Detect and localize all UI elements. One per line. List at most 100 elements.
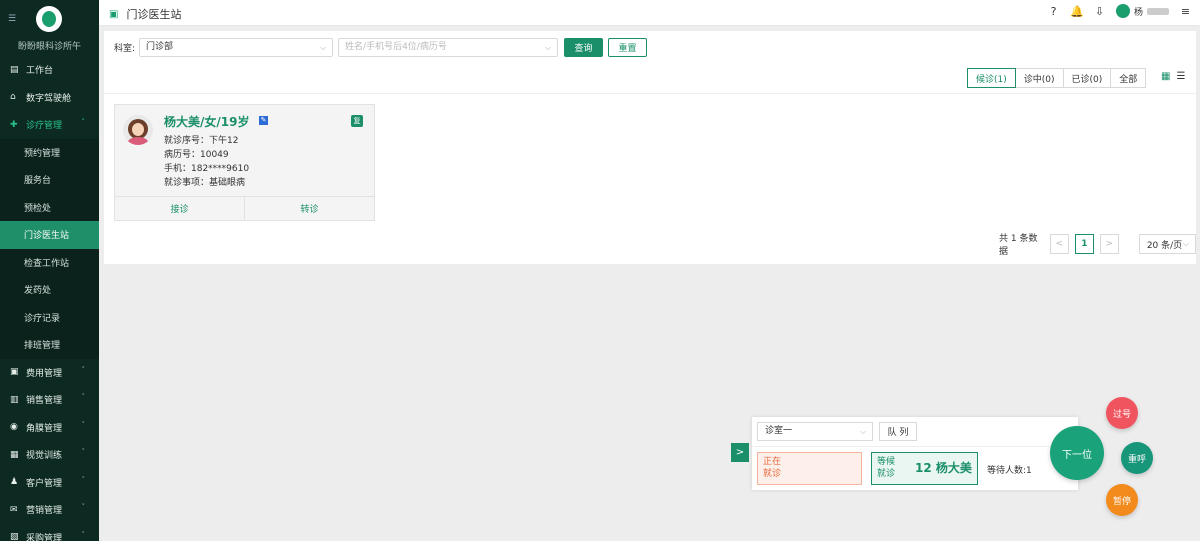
sidebar-item-label: 门诊医生站 [24, 231, 70, 242]
query-button[interactable]: 查询 [564, 37, 604, 57]
sidebar-item-label: 预约管理 [24, 148, 61, 159]
chevron-icon: ˅ [81, 420, 86, 429]
medical-icon: ✚ [10, 119, 18, 130]
sidebar-item-1[interactable]: ⌂ 数字驾驶舱 [0, 84, 99, 112]
card-actions: 接诊 转诊 [115, 196, 374, 220]
patient-search-placeholder: 姓名/手机号后4位/病历号 [345, 41, 447, 52]
room-select[interactable]: 诊室一 ⌵ [757, 422, 873, 441]
accept-button[interactable]: 接诊 [115, 197, 244, 220]
chevron-down-icon: ⌵ [859, 427, 866, 436]
chevron-icon: ˄ [81, 118, 86, 126]
patient-phone: 手机：182****9610 [164, 164, 250, 174]
prev-page-button[interactable]: < [1049, 234, 1069, 254]
collapse-call-panel-button[interactable]: > [731, 443, 749, 462]
sidebar-item-6[interactable]: 门诊医生站 [0, 221, 99, 249]
sidebar-item-0[interactable]: ▤ 工作台 [0, 56, 99, 84]
sidebar-item-2[interactable]: ✚ 诊疗管理 ˄ [0, 111, 99, 139]
page-1-button[interactable]: 1 [1074, 234, 1094, 254]
recall-button[interactable]: 重呼 [1121, 442, 1153, 474]
download-icon[interactable]: ⇩ [1093, 5, 1106, 18]
sidebar-item-3[interactable]: 预约管理 [0, 138, 99, 166]
purchase-icon: ▧ [10, 532, 19, 541]
sidebar-item-8[interactable]: 发药处 [0, 276, 99, 304]
next-page-button[interactable]: > [1099, 234, 1119, 254]
reset-button[interactable]: 重置 [608, 37, 648, 57]
tab-all[interactable]: 全部 [1110, 68, 1147, 88]
sidebar-item-label: 客户管理 [26, 478, 63, 489]
call-panel: 诊室一 ⌵ 队 列 正在 就诊 等候 就诊 12 杨大美 等待人数:1 [752, 417, 1078, 490]
sidebar-item-label: 销售管理 [26, 396, 63, 407]
sidebar-item-9[interactable]: 诊疗记录 [0, 303, 99, 331]
divider [752, 446, 1078, 447]
record-no: 病历号：10049 [164, 150, 229, 160]
user-menu[interactable]: 杨 [1115, 4, 1169, 18]
page-size-select[interactable]: 20 条/页 ⌵ [1138, 234, 1196, 254]
sidebar-item-label: 检查工作站 [24, 258, 70, 269]
patient-avatar [123, 115, 153, 145]
top-header: ▣ 门诊医生站 ? 🔔 ⇩ 杨 ≡ [99, 0, 1200, 26]
sidebar-item-7[interactable]: 检查工作站 [0, 248, 99, 276]
grid-view-icon[interactable]: ▦ [1161, 72, 1170, 82]
tab-finished[interactable]: 已诊(0) [1062, 68, 1112, 88]
dept-select[interactable]: 门诊部 ⌵ [139, 37, 334, 57]
user-name-masked [1147, 7, 1169, 15]
pagination-total: 共 1 条数据 [999, 234, 1038, 257]
status-tabs: 候诊(1) 诊中(0) 已诊(0) 全部 [967, 68, 1147, 88]
user-name: 杨 [1133, 7, 1143, 18]
dept-select-value: 门诊部 [146, 41, 174, 52]
waiting-count: 等待人数:1 [987, 466, 1032, 476]
sidebar-item-label: 工作台 [26, 66, 54, 77]
sidebar-item-16[interactable]: ✉ 营销管理 ˅ [0, 496, 99, 524]
clinic-icon: ▣ [109, 8, 119, 20]
chevron-down-icon: ⌵ [544, 42, 552, 52]
sidebar-item-5[interactable]: 预检处 [0, 193, 99, 221]
help-icon[interactable]: ? [1047, 5, 1060, 18]
sidebar-item-label: 采购管理 [26, 533, 63, 541]
menu-icon[interactable]: ☰ [8, 14, 16, 24]
sidebar-item-label: 营销管理 [26, 506, 63, 517]
sidebar-item-17[interactable]: ▧ 采购管理 ˅ [0, 524, 99, 541]
workbench-icon: ▤ [10, 64, 19, 75]
room-select-value: 诊室一 [765, 426, 793, 436]
sidebar-item-label: 视觉训练 [26, 451, 63, 462]
list-view-icon[interactable]: ☰ [1176, 72, 1185, 82]
pause-button[interactable]: 暂停 [1106, 484, 1138, 516]
sidebar-menu: ▤ 工作台 ⌂ 数字驾驶舱 ✚ 诊疗管理 ˄ 预约管理服务台预检处门诊医生站检查工作站发药处诊… [0, 56, 99, 541]
sidebar-item-label: 诊疗记录 [24, 313, 61, 324]
chevron-icon: ˅ [81, 393, 86, 401]
menu-more-icon[interactable]: ≡ [1179, 5, 1192, 18]
page-title-text: 门诊医生站 [126, 8, 182, 21]
eye-icon: ◉ [10, 422, 18, 433]
sidebar-item-label: 预检处 [24, 203, 52, 214]
waiting-patient-name: 12 杨大美 [915, 461, 972, 475]
logo-icon [36, 6, 62, 32]
sidebar-item-4[interactable]: 服务台 [0, 166, 99, 194]
visit-purpose: 就诊事项：基础眼病 [164, 178, 246, 188]
bell-icon[interactable]: 🔔 [1070, 5, 1084, 18]
sidebar-item-11[interactable]: ▣ 费用管理 ˅ [0, 359, 99, 387]
chevron-icon: ˅ [81, 365, 86, 374]
current-patient-box: 正在 就诊 [757, 452, 862, 485]
chevron-down-icon: ⌵ [319, 42, 327, 52]
next-patient-button[interactable]: 下一位 [1050, 426, 1104, 480]
header-actions: ? 🔔 ⇩ 杨 ≡ [1047, 4, 1192, 18]
tab-in-progress[interactable]: 诊中(0) [1014, 68, 1064, 88]
sidebar-item-14[interactable]: ▦ 视觉训练 ˅ [0, 441, 99, 469]
skip-button[interactable]: 过号 [1106, 397, 1138, 429]
tab-waiting[interactable]: 候诊(1) [967, 68, 1016, 88]
patient-search-input[interactable]: 姓名/手机号后4位/病历号 ⌵ [338, 37, 559, 57]
sidebar-item-10[interactable]: 排班管理 [0, 331, 99, 359]
transfer-button[interactable]: 转诊 [244, 197, 374, 220]
patient-card[interactable]: 杨大美/女/19岁 ✎ 复 就诊序号：下午12 病历号：10049 手机：182… [114, 104, 375, 221]
edit-icon[interactable]: ✎ [259, 116, 268, 125]
sidebar-item-13[interactable]: ◉ 角膜管理 ˅ [0, 414, 99, 442]
queue-button[interactable]: 队 列 [879, 422, 917, 441]
home-icon: ⌂ [10, 92, 16, 103]
sidebar-header: ☰ 盼盼眼科诊所午 [0, 0, 99, 56]
pagination: 共 1 条数据 < 1 > 20 条/页 ⌵ [999, 231, 1196, 257]
sidebar: ☰ 盼盼眼科诊所午 ▤ 工作台 ⌂ 数字驾驶舱 ✚ 诊疗管理 ˄ 预约管理服务台预检处门诊医生… [0, 0, 99, 541]
sidebar-item-15[interactable]: ♟ 客户管理 ˅ [0, 469, 99, 497]
chevron-icon: ˅ [81, 475, 86, 484]
view-toggle: ▦ ☰ [1161, 72, 1185, 82]
sidebar-item-12[interactable]: ▥ 销售管理 ˅ [0, 386, 99, 414]
